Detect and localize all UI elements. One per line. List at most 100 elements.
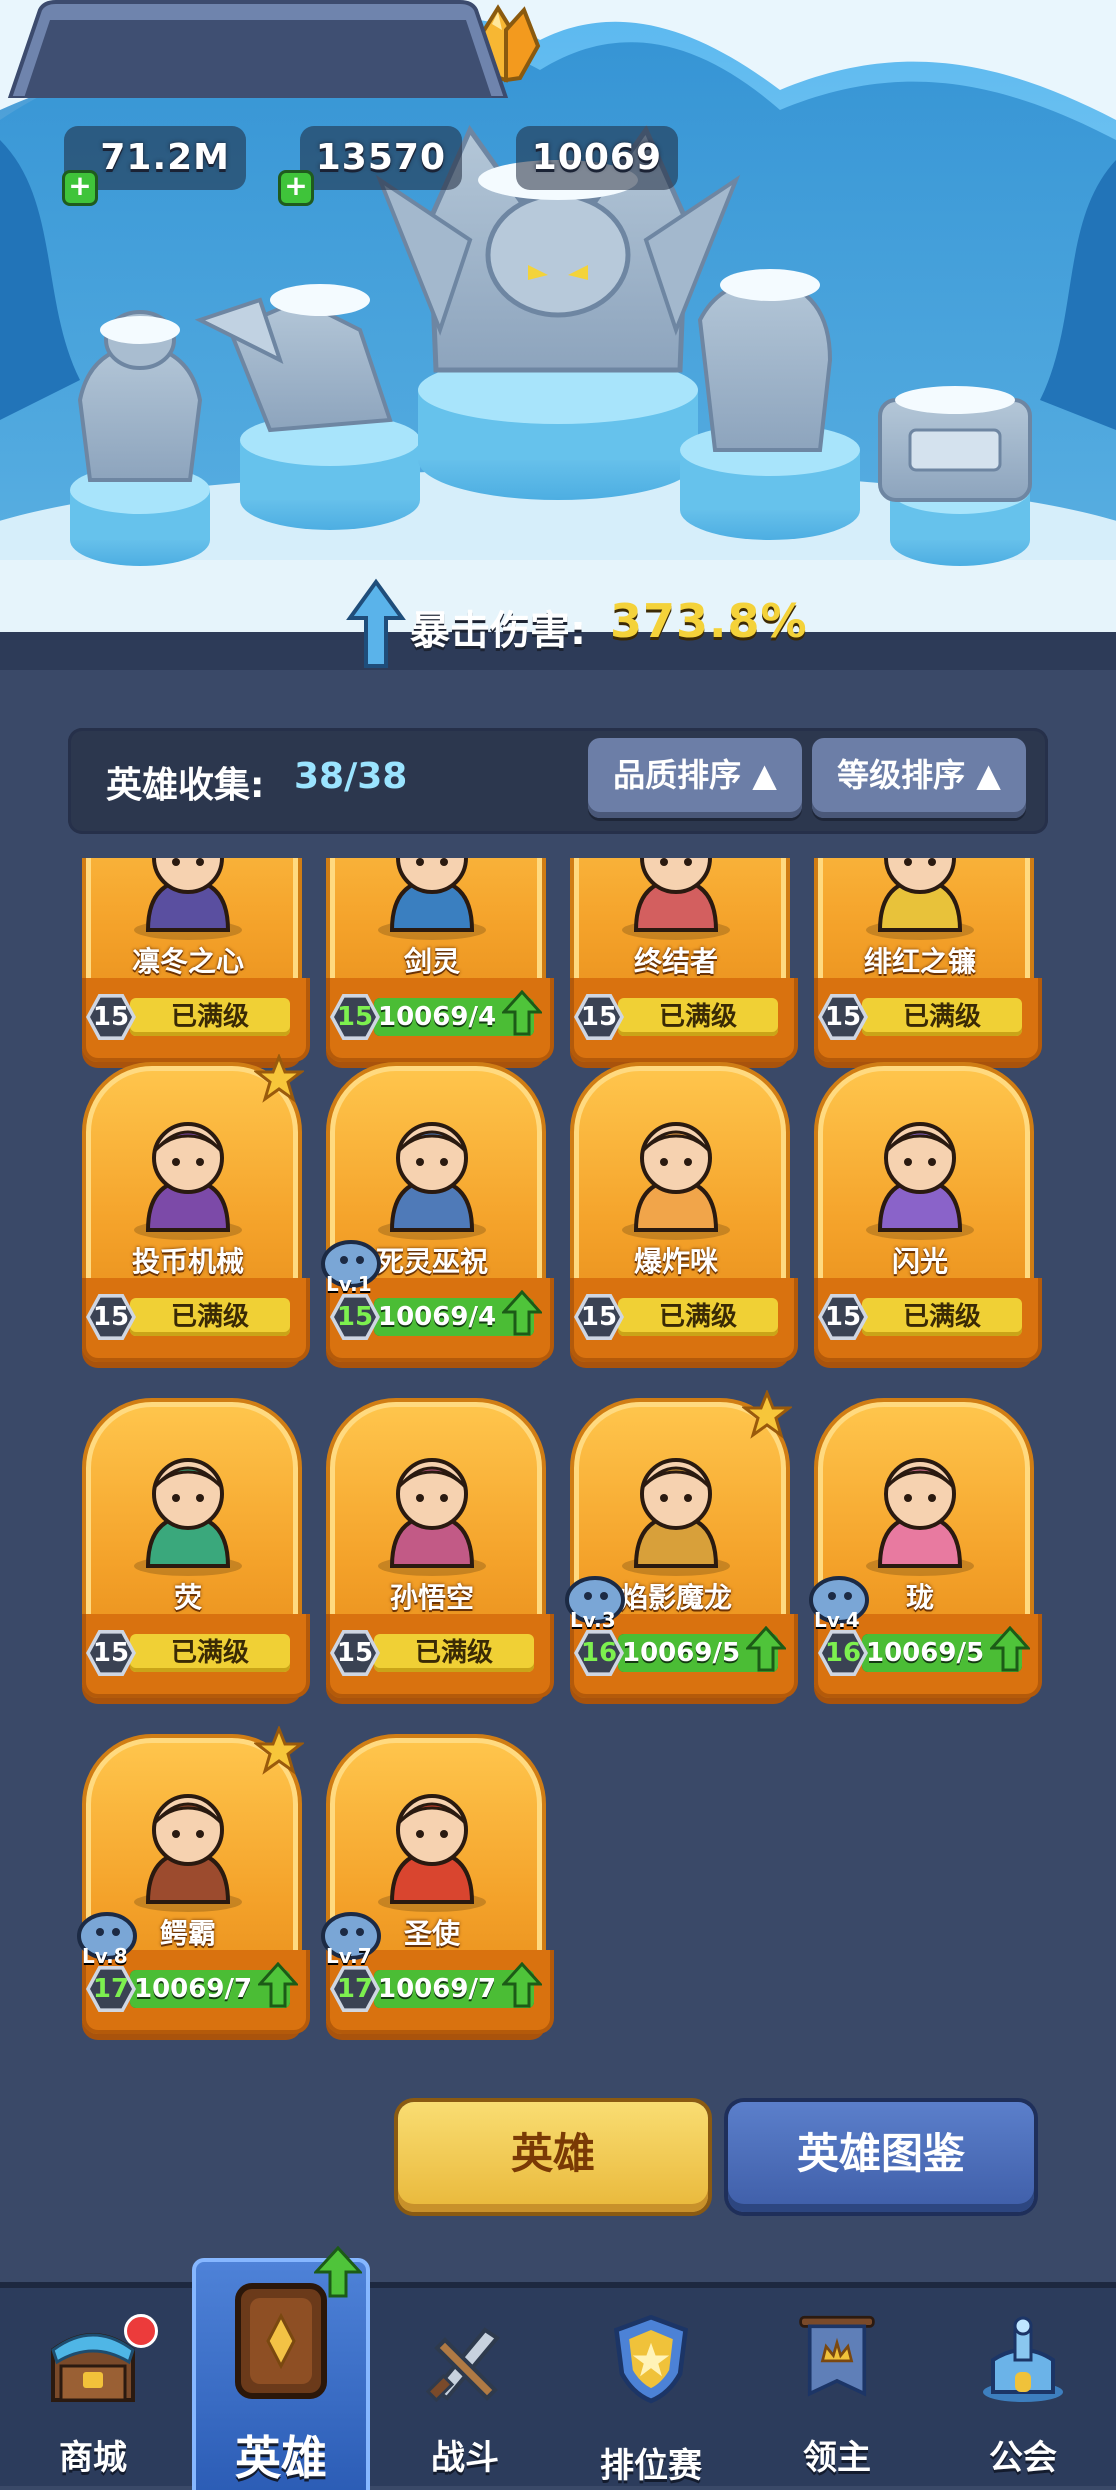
pet-level: Lv.1 (326, 1272, 372, 1296)
hero-portrait (378, 858, 486, 940)
hero-card[interactable]: 孙悟空 已满级 15 (322, 1390, 554, 1700)
hero-portrait (378, 1122, 486, 1240)
ranked-icon (613, 2314, 689, 2404)
hero-name: 凛冬之心 (131, 945, 244, 978)
shard-value: 10069 (531, 137, 662, 178)
hero-card[interactable]: 焰影魔龙 Lv.3 10069/5 16 (565, 1390, 798, 1700)
hero-level: 15 (334, 997, 376, 1037)
upgrade-progress-text: 10069/7 (378, 1974, 497, 2004)
hero-card[interactable]: 珑 Lv.4 10069/5 16 (809, 1390, 1042, 1700)
hero-card[interactable]: 剑灵 10069/4 15 (322, 858, 554, 1064)
max-level-badge: 已满级 (618, 1298, 778, 1336)
upgrade-arrow-icon[interactable] (502, 990, 542, 1036)
pet-level: Lv.7 (326, 1944, 372, 1968)
hero-card[interactable]: 凛冬之心已满级 15 (78, 858, 310, 1064)
hero-level: 17 (90, 1969, 132, 2009)
hero-card[interactable]: 荧已满级 15 (78, 1390, 310, 1700)
level-sort-label: 等级排序 (837, 756, 966, 794)
upgrade-arrow-icon[interactable] (502, 1962, 542, 2008)
hero-card[interactable]: 鳄霸 Lv.8 10069/7 17 (77, 1726, 310, 2036)
add-crystal-icon[interactable]: + (278, 170, 314, 206)
pet-level: Lv.8 (82, 1944, 128, 1968)
nav-hero[interactable]: 英雄 (192, 2246, 370, 2490)
nav-battle-label: 战斗 (431, 2438, 499, 2478)
hero-name: 终结者 (633, 945, 718, 978)
pet-level: Lv.4 (814, 1608, 860, 1632)
crystal-counter: 13570 (300, 126, 462, 190)
max-level-badge: 已满级 (618, 998, 778, 1036)
max-level-badge: 已满级 (130, 1634, 290, 1672)
upgrade-progress-text: 10069/4 (378, 1302, 497, 1332)
hero-button[interactable]: 英雄 (398, 2102, 708, 2212)
max-level-badge: 已满级 (862, 998, 1022, 1036)
crit-damage-value: 373.8% (610, 594, 808, 648)
hero-card[interactable]: 闪光 已满级 15 (810, 1054, 1042, 1364)
hero-portrait (134, 858, 242, 940)
hero-level: 15 (822, 997, 864, 1037)
hero-level: 15 (90, 997, 132, 1037)
hero-grid: 凛冬之心 已满级 15 剑灵 10069/4 15 终结者 已满级 15 绯红之镰 已满级 15 投币机… (0, 858, 1116, 2058)
nav-hero-label: 英雄 (235, 2431, 327, 2485)
shard-counter: 10069 (516, 126, 678, 190)
upgrade-arrow-icon[interactable] (746, 1626, 786, 1672)
pet-level: Lv.3 (570, 1608, 616, 1632)
hero-name: 爆炸咪 (633, 1245, 718, 1278)
crit-damage-label: 暴击伤害: (410, 608, 586, 654)
upgrade-progress-text: 10069/7 (134, 1974, 253, 2004)
hero-card[interactable]: 终结者已满级 15 (566, 858, 798, 1064)
hero-level: 16 (578, 1633, 620, 1673)
hero-portrait (134, 1794, 242, 1912)
hero-portrait (378, 1794, 486, 1912)
max-level-badge: 已满级 (130, 998, 290, 1036)
hero-name: 孙悟空 (389, 1581, 474, 1614)
hero-name: 投币机械 (131, 1245, 244, 1278)
hero-card[interactable]: 绯红之镰 已满级 15 (810, 858, 1042, 1064)
hero-card[interactable]: 圣使 Lv.7 10069/7 17 (321, 1726, 554, 2036)
max-level-badge: 已满级 (374, 1634, 534, 1672)
hero-portrait (622, 1458, 730, 1576)
max-level-badge: 已满级 (862, 1298, 1022, 1336)
upgrade-arrow-icon (314, 2246, 362, 2298)
star-icon (254, 1054, 304, 1103)
quality-sort-button[interactable]: 品质排序 ▲ (588, 738, 802, 818)
hero-card[interactable]: 爆炸咪 已满级 15 (566, 1054, 798, 1364)
upgrade-arrow-icon[interactable] (502, 1290, 542, 1336)
ice-cave-scene: 71.2M + 13570 + 10069 暴击伤害: 373.8% (0, 0, 1116, 670)
hero-portrait (622, 858, 730, 940)
hero-level: 17 (334, 1969, 376, 2009)
hero-portrait (866, 1122, 974, 1240)
nav-lord[interactable]: 领主 (744, 2288, 930, 2486)
hero-portrait (134, 1122, 242, 1240)
upgrade-arrow-icon[interactable] (258, 1962, 298, 2008)
nav-ranked[interactable]: 排位赛 (558, 2288, 744, 2486)
hero-level: 16 (822, 1633, 864, 1673)
max-level-badge: 已满级 (130, 1298, 290, 1336)
upgrade-progress-text: 10069/5 (866, 1638, 985, 1668)
hero-level: 15 (90, 1633, 132, 1673)
collection-label: 英雄收集: (106, 765, 265, 806)
upgrade-arrow-icon[interactable] (990, 1626, 1030, 1672)
hero-portrait (134, 1458, 242, 1576)
collection-header: 英雄收集: 38/38 品质排序 ▲ 等级排序 ▲ (68, 728, 1048, 834)
add-gold-icon[interactable]: + (62, 170, 98, 206)
level-sort-button[interactable]: 等级排序 ▲ (812, 738, 1026, 818)
scene-background (0, 0, 1116, 670)
bottom-nav: 商城 英雄 战斗 排位赛 领主 公会 (0, 2246, 1116, 2490)
hero-name: 剑灵 (403, 945, 460, 978)
guild-icon (983, 2316, 1063, 2402)
hero-level: 15 (578, 997, 620, 1037)
hero-card[interactable]: 投币机械 已满级 15 (78, 1054, 310, 1364)
hero-card[interactable]: 死灵巫祝 Lv.1 10069/4 15 (321, 1054, 554, 1364)
crystal-value: 13570 (315, 137, 446, 178)
lord-banner-icon (799, 2315, 875, 2397)
hero-codex-button[interactable]: 英雄图鉴 (728, 2102, 1034, 2212)
nav-guild[interactable]: 公会 (930, 2288, 1116, 2486)
upgrade-progress-text: 10069/5 (622, 1638, 741, 1668)
hero-level: 15 (822, 1297, 864, 1337)
hero-portrait (622, 1122, 730, 1240)
star-icon (742, 1390, 792, 1439)
nav-battle[interactable]: 战斗 (372, 2288, 558, 2486)
nav-shop[interactable]: 商城 (0, 2288, 186, 2486)
star-icon (254, 1726, 304, 1775)
battle-icon (425, 2327, 500, 2403)
